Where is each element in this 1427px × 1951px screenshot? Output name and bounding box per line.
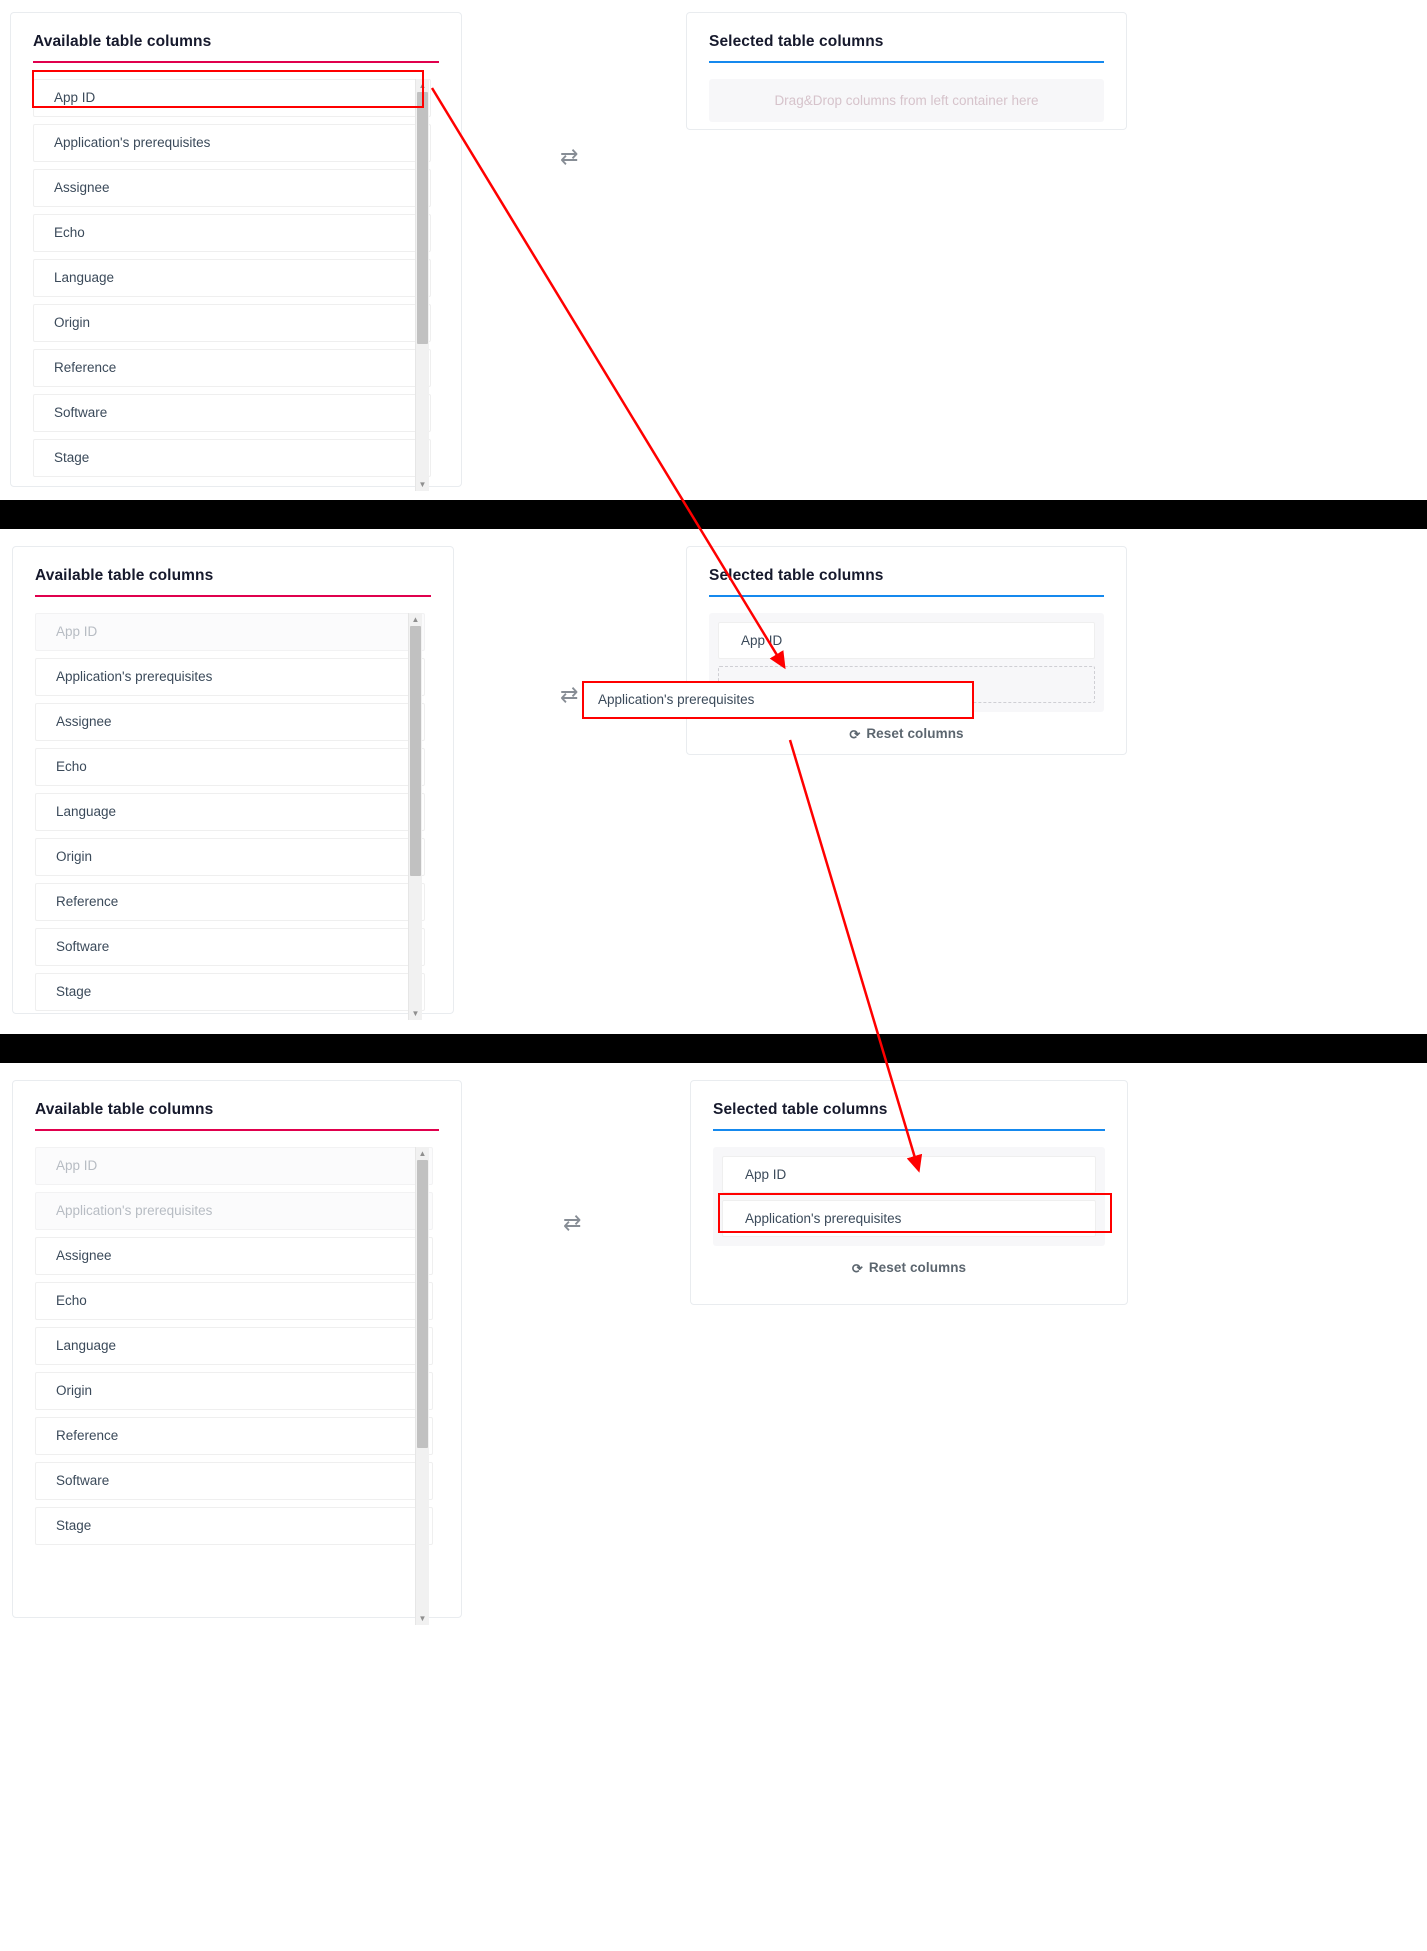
scroll-up-icon[interactable]: ▲ xyxy=(409,613,422,626)
list-item[interactable]: Stage xyxy=(33,439,431,477)
title-underline xyxy=(35,595,431,597)
available-columns-card-1: Available table columns App ID Applicati… xyxy=(10,12,462,491)
available-columns-title-3: Available table columns xyxy=(35,1101,214,1118)
list-item[interactable]: Assignee xyxy=(35,1237,433,1275)
selected-columns-title-1: Selected table columns xyxy=(709,33,884,50)
title-underline xyxy=(35,1129,439,1131)
list-item[interactable]: Assignee xyxy=(33,169,431,207)
list-item[interactable]: Reference xyxy=(35,883,425,921)
list-item[interactable]: App ID xyxy=(33,79,431,117)
available-columns-title-2: Available table columns xyxy=(35,567,214,584)
list-item[interactable]: Software xyxy=(35,928,425,966)
list-item[interactable]: Echo xyxy=(33,214,431,252)
reset-columns-label: Reset columns xyxy=(866,726,964,741)
list-item[interactable]: Origin xyxy=(35,1372,433,1410)
list-item[interactable]: Reference xyxy=(35,1417,433,1455)
swap-icon-3[interactable]: ⇄ xyxy=(563,1212,581,1234)
list-item[interactable]: Echo xyxy=(35,1282,433,1320)
list-item[interactable]: Assignee xyxy=(35,703,425,741)
dropzone-placeholder: Drag&Drop columns from left container he… xyxy=(774,93,1039,108)
selected-columns-title-3: Selected table columns xyxy=(713,1101,888,1118)
selected-columns-card-1: Selected table columns Drag&Drop columns… xyxy=(686,12,1127,130)
list-item[interactable]: Stage xyxy=(35,1507,433,1545)
list-scrollbar[interactable]: ▲ ▼ xyxy=(415,79,429,491)
list-item[interactable]: Stage xyxy=(35,973,425,1011)
list-item[interactable]: Software xyxy=(33,394,431,432)
step-3-band: Available table columns App ID Applicati… xyxy=(0,1063,1427,1951)
list-item[interactable]: Application's prerequisites xyxy=(33,124,431,162)
list-item-disabled: App ID xyxy=(35,613,425,651)
list-item[interactable]: Origin xyxy=(35,838,425,876)
title-underline xyxy=(709,595,1104,597)
step-2-band: Available table columns App ID Applicati… xyxy=(0,529,1427,1034)
reset-columns-label: Reset columns xyxy=(868,1260,967,1275)
list-item[interactable]: Application's prerequisites xyxy=(35,658,425,696)
available-columns-list-3[interactable]: App ID Application's prerequisites Assig… xyxy=(35,1147,439,1625)
available-columns-card-2: Available table columns App ID Applicati… xyxy=(12,546,454,1020)
scroll-down-icon[interactable]: ▼ xyxy=(416,478,429,491)
scrollbar-thumb[interactable] xyxy=(417,92,428,344)
drag-ghost-item[interactable]: Application's prerequisites xyxy=(582,681,974,719)
scroll-up-icon[interactable]: ▲ xyxy=(416,79,429,92)
list-item[interactable]: Echo xyxy=(35,748,425,786)
reset-columns-button-2[interactable]: ⟳ Reset columns xyxy=(709,726,1104,742)
selected-columns-card-2: Selected table columns App ID ⟳ Reset col… xyxy=(686,546,1127,755)
available-columns-title-1: Available table columns xyxy=(33,33,212,50)
title-underline xyxy=(709,61,1104,63)
scrollbar-thumb[interactable] xyxy=(410,626,421,876)
list-scrollbar[interactable]: ▲ ▼ xyxy=(415,1147,429,1625)
list-item[interactable]: Language xyxy=(33,259,431,297)
available-columns-list-1[interactable]: App ID Application's prerequisites Assig… xyxy=(33,79,439,491)
swap-icon-1[interactable]: ⇄ xyxy=(560,146,578,168)
selected-columns-dropzone-1[interactable]: Drag&Drop columns from left container he… xyxy=(709,79,1104,122)
reset-columns-button-3[interactable]: ⟳ Reset columns xyxy=(713,1260,1105,1276)
swap-icon-2[interactable]: ⇄ xyxy=(560,684,578,706)
selected-columns-dropzone-3[interactable]: App ID Application's prerequisites xyxy=(713,1147,1105,1246)
scroll-up-icon[interactable]: ▲ xyxy=(416,1147,429,1160)
selected-columns-title-2: Selected table columns xyxy=(709,567,884,584)
available-columns-card-3: Available table columns App ID Applicati… xyxy=(12,1080,462,1625)
scroll-down-icon[interactable]: ▼ xyxy=(416,1612,429,1625)
title-underline xyxy=(713,1129,1105,1131)
list-item[interactable]: Language xyxy=(35,1327,433,1365)
selected-columns-card-3: Selected table columns App ID Applicatio… xyxy=(690,1080,1128,1305)
list-item[interactable]: Origin xyxy=(33,304,431,342)
available-columns-list-2[interactable]: App ID Application's prerequisites Assig… xyxy=(35,613,431,1020)
list-item-disabled: Application's prerequisites xyxy=(35,1192,433,1230)
list-scrollbar[interactable]: ▲ ▼ xyxy=(408,613,422,1020)
list-item[interactable]: Language xyxy=(35,793,425,831)
scroll-down-icon[interactable]: ▼ xyxy=(409,1007,422,1020)
selected-item[interactable]: App ID xyxy=(718,622,1095,659)
title-underline xyxy=(33,61,439,63)
list-item-disabled: App ID xyxy=(35,1147,433,1185)
list-item[interactable]: Software xyxy=(35,1462,433,1500)
reset-icon: ⟳ xyxy=(849,727,861,742)
list-item[interactable]: Reference xyxy=(33,349,431,387)
selected-item[interactable]: Application's prerequisites xyxy=(722,1200,1096,1237)
selected-item[interactable]: App ID xyxy=(722,1156,1096,1193)
step-1-band: Available table columns App ID Applicati… xyxy=(0,0,1427,500)
reset-icon: ⟳ xyxy=(851,1261,863,1276)
scrollbar-thumb[interactable] xyxy=(417,1160,428,1448)
